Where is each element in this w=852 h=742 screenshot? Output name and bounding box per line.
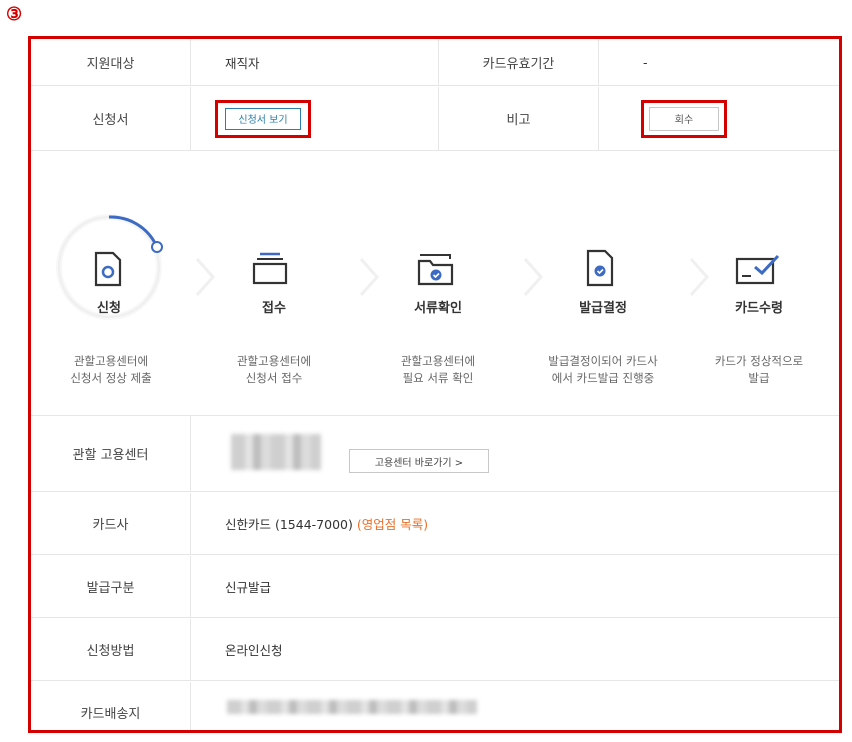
chevron-right-icon [689,258,710,296]
card-company-value: 신한카드 (1544-7000) (영업점 목록) [191,493,428,554]
note-label: 비고 [439,87,599,150]
document-check-icon [586,249,614,287]
step-title: 카드수령 [735,301,783,316]
step-desc-line2: 발급 [748,371,770,385]
center-value: 고용센터 바로가기 > [191,416,791,491]
chevron-right-icon [523,258,544,296]
step-desc-line1: 관할고용센터에 [400,354,476,368]
info-row-issue-type: 발급구분 신규발급 [31,556,839,618]
info-row-card-company: 카드사 신한카드 (1544-7000) (영업점 목록) [31,493,839,555]
target-label: 지원대상 [31,39,191,85]
application-status-panel: 지원대상 재직자 카드유효기간 - 신청서 신청서 보기 비고 회수 신청 관할… [28,36,842,733]
withdraw-button-highlight: 회수 [641,99,727,138]
step-description: 관할고용센터에 신청서 정상 제출 [31,353,191,387]
target-value: 재직자 [191,39,439,85]
step-desc-line1: 관할고용센터에 [73,354,149,368]
chevron-right-icon [359,258,380,296]
step-desc-line2: 에서 카드발급 진행중 [551,371,655,385]
redacted-delivery-address [227,700,477,714]
issue-type-value: 신규발급 [225,580,272,595]
tray-icon [252,252,288,285]
apply-method-label: 신청방법 [31,619,191,680]
center-label: 관할 고용센터 [31,416,191,491]
step-description: 관할고용센터에 필요 서류 확인 [358,353,518,387]
annotation-marker-3: ③ [6,4,23,25]
step-description: 카드가 정상적으로 발급 [679,353,839,387]
issue-type-label: 발급구분 [31,556,191,617]
step-title: 발급결정 [579,301,627,316]
info-row-apply-method: 신청방법 온라인신청 [31,619,839,681]
validity-label: 카드유효기간 [439,39,599,85]
card-check-icon [735,254,780,285]
step-title: 신청 [97,301,121,316]
withdraw-button[interactable]: 회수 [649,106,719,131]
note-value: 회수 [599,87,727,150]
step-desc-line2: 신청서 접수 [245,371,303,385]
view-application-button[interactable]: 신청서 보기 [225,107,301,130]
step-desc-line1: 발급결정이되어 카드사 [548,354,658,368]
info-row-target: 지원대상 재직자 카드유효기간 - [31,39,839,86]
view-button-highlight: 신청서 보기 [215,99,311,138]
redacted-center-name [231,434,321,470]
step-desc-line2: 필요 서류 확인 [402,371,474,385]
step-title: 서류확인 [414,301,462,316]
validity-value: - [643,54,648,70]
application-label: 신청서 [31,87,191,150]
document-icon [94,251,122,287]
delivery-value [191,682,791,730]
application-value: 신청서 보기 [191,87,439,150]
step-desc-line1: 카드가 정상적으로 [714,354,804,368]
folder-check-icon [417,254,454,286]
step-description: 관할고용센터에 신청서 접수 [194,353,354,387]
step-description: 발급결정이되어 카드사 에서 카드발급 진행중 [523,353,683,387]
center-shortcut-button[interactable]: 고용센터 바로가기 > [349,449,489,473]
apply-method-value: 온라인신청 [225,643,283,658]
card-company-text: 신한카드 (1544-7000) [225,517,353,532]
info-row-application: 신청서 신청서 보기 비고 회수 [31,87,839,151]
chevron-right-icon [195,258,216,296]
delivery-label: 카드배송지 [31,682,191,730]
progress-steps: 신청 관할고용센터에 신청서 정상 제출 접수 관할고용센터에 신청서 접수 서… [31,179,839,419]
step-title: 접수 [262,301,286,316]
step-desc-line2: 신청서 정상 제출 [70,371,152,385]
info-row-center: 관할 고용센터 고용센터 바로가기 > [31,416,839,492]
branch-list-link[interactable]: (영업점 목록) [357,514,428,533]
info-row-delivery: 카드배송지 [31,682,839,730]
step-desc-line1: 관할고용센터에 [236,354,312,368]
card-company-label: 카드사 [31,493,191,554]
